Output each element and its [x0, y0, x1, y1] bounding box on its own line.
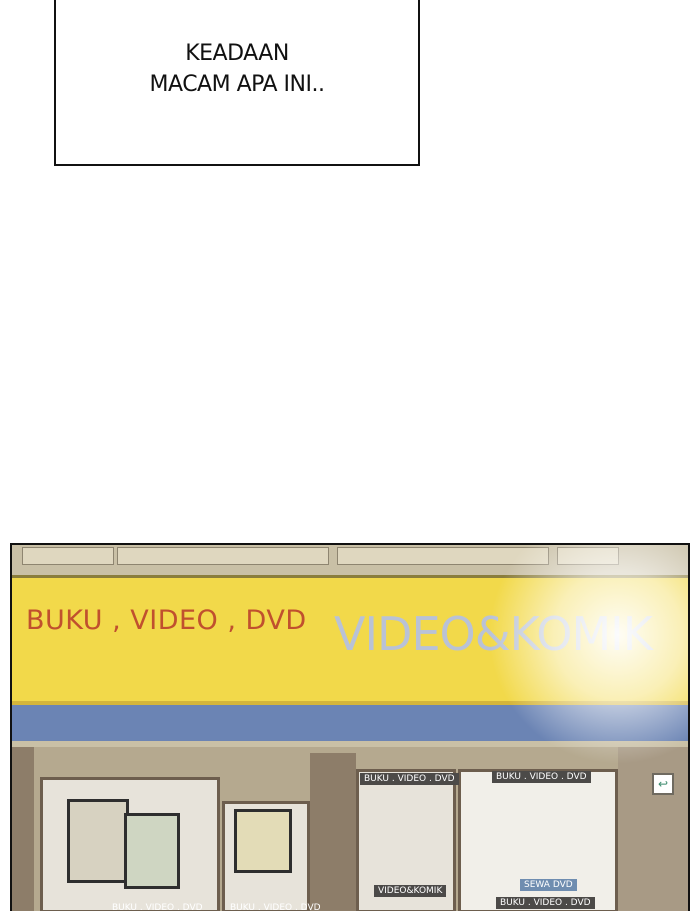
poster [234, 809, 292, 873]
pillar [310, 753, 356, 911]
door-label: VIDEO&KOMIK [374, 885, 447, 897]
door-label: SEWA DVD [520, 879, 577, 891]
caption-line-2: MACAM APA INI.. [149, 72, 325, 97]
door-label: BUKU . VIDEO . DVD [496, 897, 595, 909]
store-front: BUKU . VIDEO . DVD BUKU . VIDEO . DVD VI… [12, 747, 688, 911]
poster [67, 799, 129, 883]
caption-line-1: KEADAAN [185, 41, 289, 66]
door-label: BUKU . VIDEO . DVD [360, 773, 459, 785]
storefront-panel: BUKU , VIDEO , DVD VIDEO&KOMIK BUKU . VI… [10, 543, 690, 911]
caption-box: KEADAAN MACAM APA INI.. [54, 0, 420, 166]
exit-sign-icon: ↩ [652, 773, 674, 795]
caption-text: KEADAAN MACAM APA INI.. [56, 38, 418, 100]
bottom-label: BUKU . VIDEO . DVD [230, 903, 321, 911]
roof-pane [117, 547, 329, 565]
bottom-label: BUKU . VIDEO . DVD [112, 903, 203, 911]
pillar [12, 747, 34, 911]
poster [124, 813, 180, 889]
roof-pane [22, 547, 114, 565]
pillar [618, 747, 688, 911]
sign-text-left: BUKU , VIDEO , DVD [26, 605, 307, 636]
door-label: BUKU . VIDEO . DVD [492, 771, 591, 783]
